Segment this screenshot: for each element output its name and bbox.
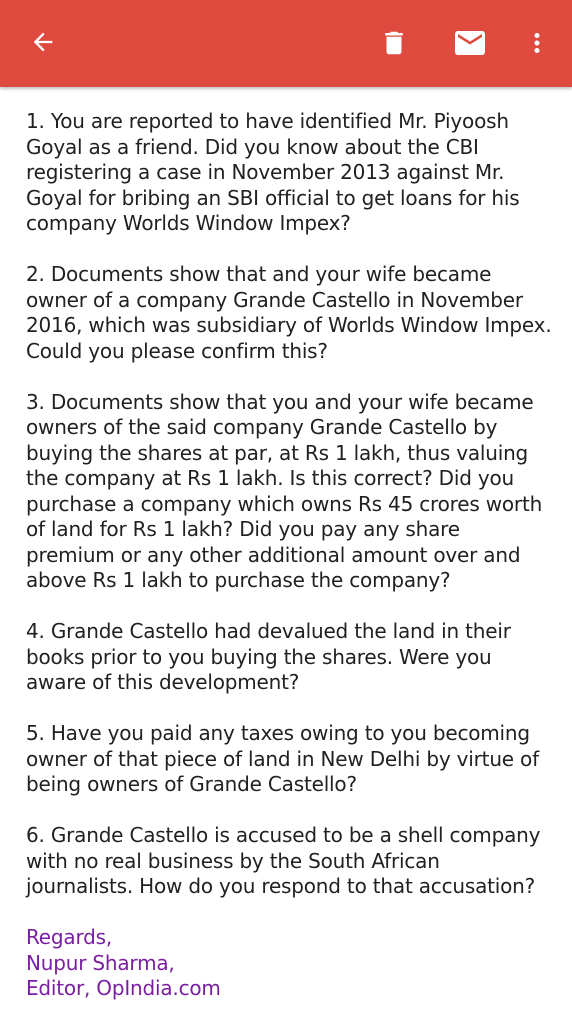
signature: Regards, Nupur Sharma, Editor, OpIndia.c… xyxy=(26,925,552,1002)
message-paragraph-2: 2. Documents show that and your wife bec… xyxy=(26,262,552,363)
mail-icon xyxy=(455,31,485,55)
message-paragraph-6: 6. Grande Castello is accused to be a sh… xyxy=(26,823,541,898)
signature-title: Editor, OpIndia.com xyxy=(26,976,221,1000)
delete-button[interactable] xyxy=(370,19,418,67)
app-bar xyxy=(0,0,572,87)
arrow-back-icon xyxy=(33,32,53,52)
more-options-button[interactable] xyxy=(513,19,561,67)
message-paragraph-5: 5. Have you paid any taxes owing to you … xyxy=(26,721,539,796)
message-body: 1. You are reported to have identified M… xyxy=(26,109,552,1002)
message-paragraph-3: 3. Documents show that you and your wife… xyxy=(26,389,543,593)
back-button[interactable] xyxy=(19,18,67,66)
message-paragraph-1: 1. You are reported to have identified M… xyxy=(26,109,520,235)
signature-greeting: Regards, xyxy=(26,925,112,949)
signature-name: Nupur Sharma, xyxy=(26,950,175,975)
mark-unread-button[interactable] xyxy=(446,19,494,67)
message-paragraph-4: 4. Grande Castello had devalued the land… xyxy=(26,619,511,694)
more-vertical-icon xyxy=(534,33,540,53)
trash-icon xyxy=(385,31,403,55)
